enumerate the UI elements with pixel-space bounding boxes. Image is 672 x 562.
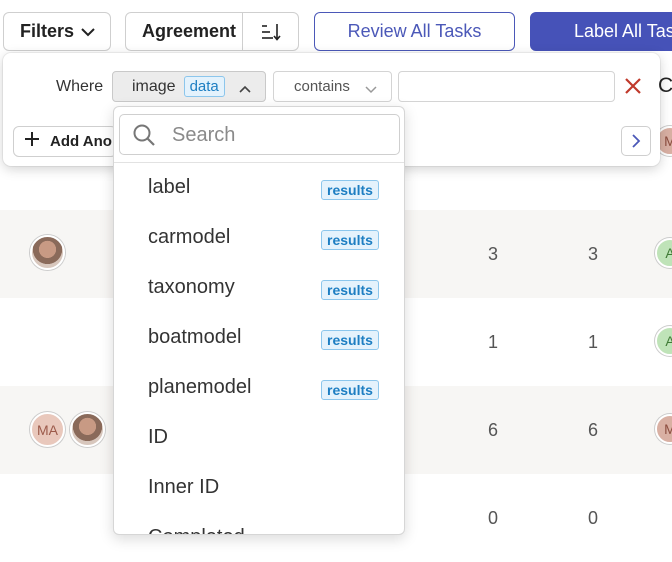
table-cell: 0 <box>488 508 499 528</box>
table-cell: 3 <box>488 244 499 264</box>
option-label: Inner ID <box>148 476 220 498</box>
filters-button-label: Filters <box>20 21 75 41</box>
agreement-column-button[interactable]: Agreement <box>125 12 299 51</box>
field-dropdown-menu: label results carmodel results taxonomy … <box>113 106 405 535</box>
dropdown-option-label[interactable]: label results <box>114 164 404 214</box>
dropdown-search[interactable] <box>119 114 400 155</box>
field-type-tag: data <box>183 76 225 97</box>
filter-field-select[interactable]: image data <box>112 71 266 102</box>
search-icon <box>132 123 156 152</box>
dropdown-option-boatmodel[interactable]: boatmodel results <box>114 314 404 364</box>
option-label: carmodel <box>148 226 231 248</box>
dropdown-option-taxonomy[interactable]: taxonomy results <box>114 264 404 314</box>
dropdown-option-id[interactable]: ID <box>114 414 404 464</box>
option-source-tag: results <box>321 280 379 300</box>
table-cell: 1 <box>588 332 599 352</box>
avatar: MA <box>30 412 65 447</box>
option-source-tag: results <box>321 330 379 350</box>
filter-operator-select[interactable]: contains <box>273 71 392 102</box>
table-cell: 6 <box>488 420 499 440</box>
table-cell: 3 <box>588 244 599 264</box>
avatar: A <box>655 326 672 356</box>
chevron-right-icon[interactable] <box>621 126 651 156</box>
sort-icon[interactable] <box>242 13 298 50</box>
filter-value-input[interactable] <box>398 71 615 102</box>
add-filter-button[interactable]: Add Ano <box>13 126 117 157</box>
option-label: boatmodel <box>148 326 242 348</box>
dropdown-option-planemodel[interactable]: planemodel results <box>114 364 404 414</box>
option-source-tag: results <box>321 230 379 250</box>
dropdown-option-carmodel[interactable]: carmodel results <box>114 214 404 264</box>
avatar: M <box>655 414 672 444</box>
label-all-tasks-button[interactable]: Label All Tas <box>530 12 672 51</box>
table-cell: 1 <box>488 332 499 352</box>
column-header-partial: Co <box>658 74 672 97</box>
dropdown-option-inner-id[interactable]: Inner ID <box>114 464 404 514</box>
plus-icon <box>24 130 40 153</box>
option-source-tag: results <box>321 180 379 200</box>
filters-button[interactable]: Filters <box>3 12 111 51</box>
divider <box>114 162 404 163</box>
table-cell: 0 <box>588 508 599 528</box>
field-name: image <box>132 77 176 95</box>
where-label: Where <box>56 78 104 95</box>
dropdown-option-completed[interactable]: Completed <box>114 514 404 534</box>
remove-filter-icon[interactable] <box>624 77 642 100</box>
chevron-down-icon <box>365 81 377 98</box>
option-label: label <box>148 176 191 198</box>
search-input[interactable] <box>170 121 390 149</box>
avatar-photo <box>70 412 105 447</box>
add-filter-label: Add Ano <box>50 133 112 150</box>
option-label: planemodel <box>148 376 252 398</box>
agreement-label: Agreement <box>142 21 237 41</box>
option-label: taxonomy <box>148 276 235 298</box>
option-label: ID <box>148 426 168 448</box>
option-source-tag: results <box>321 380 379 400</box>
chevron-down-icon <box>80 21 96 42</box>
chevron-up-icon <box>239 80 251 98</box>
table-cell: 6 <box>588 420 599 440</box>
avatar-photo <box>30 235 65 270</box>
operator-value: contains <box>294 78 350 95</box>
avatar: A <box>655 238 672 268</box>
review-all-tasks-button[interactable]: Review All Tasks <box>314 12 515 51</box>
option-label: Completed <box>148 526 245 534</box>
